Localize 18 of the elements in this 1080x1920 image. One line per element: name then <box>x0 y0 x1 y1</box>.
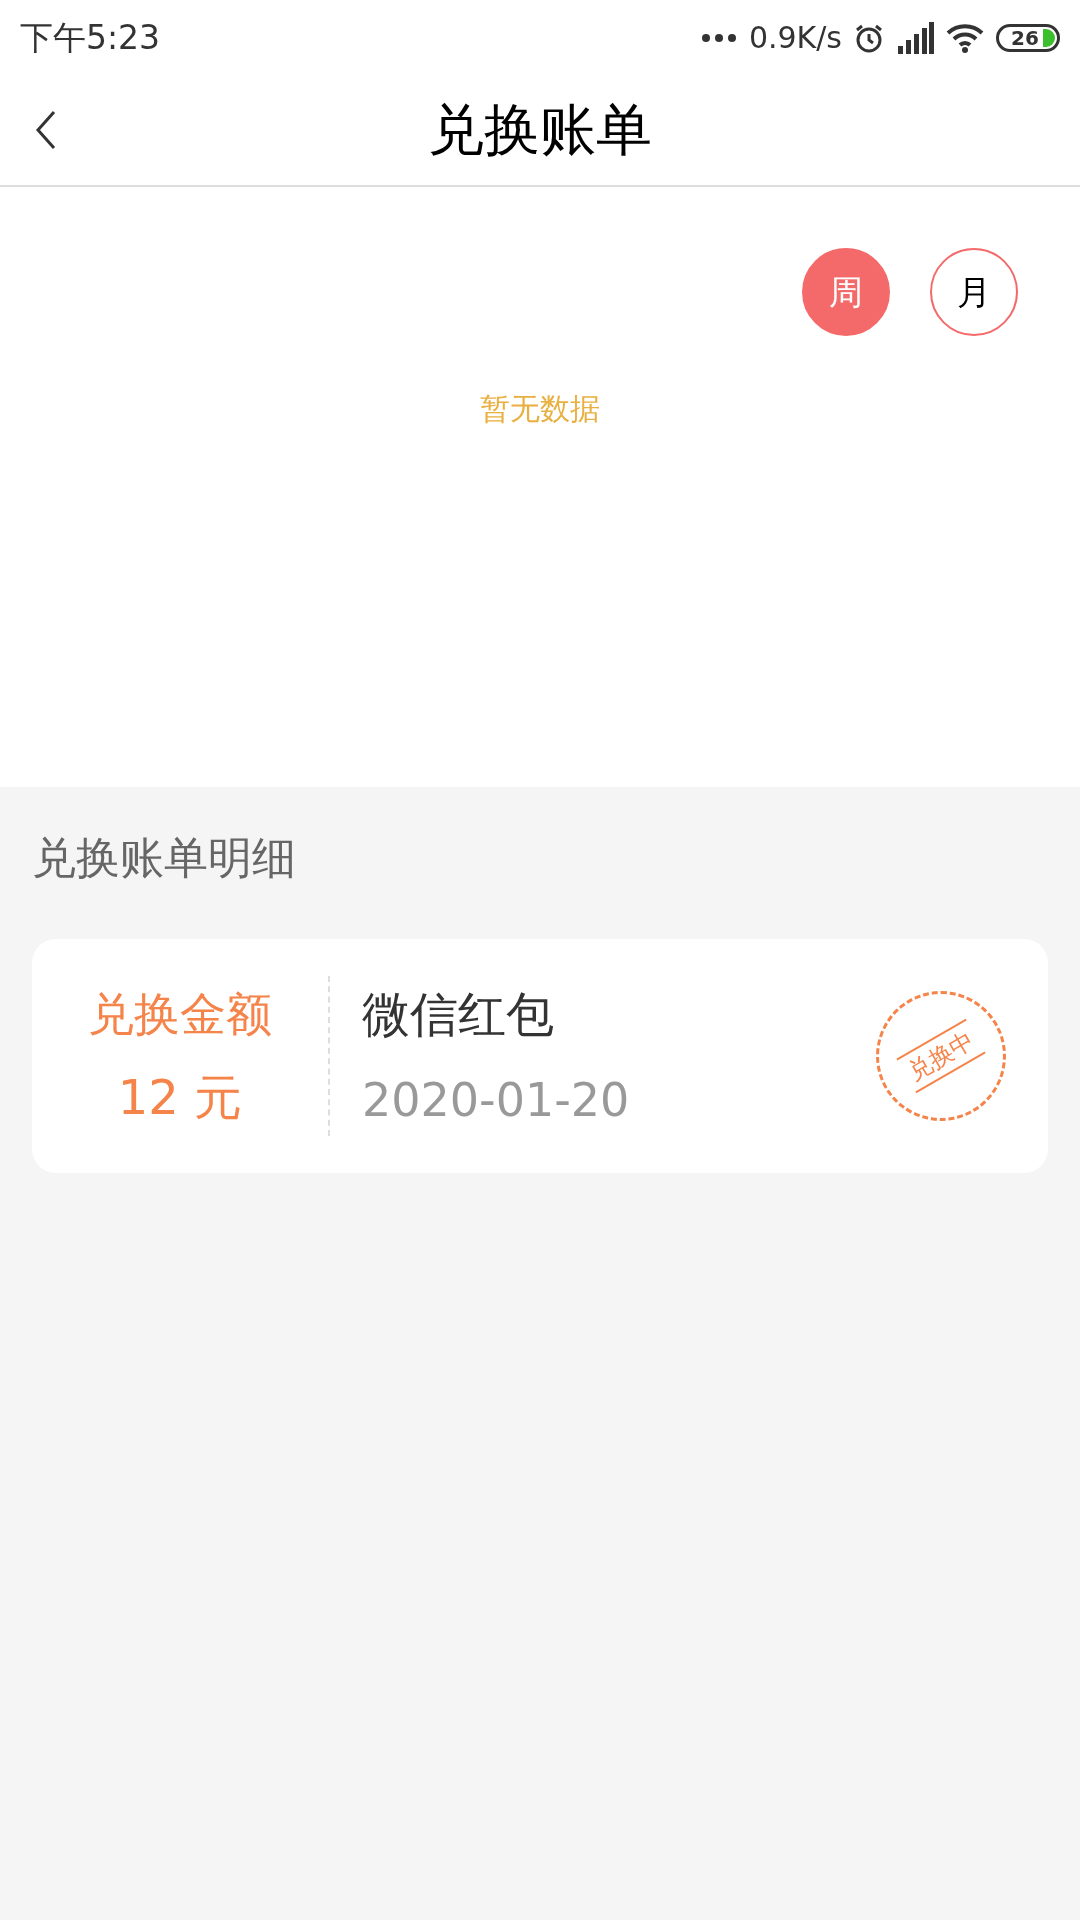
page-title: 兑换账单 <box>428 96 652 164</box>
record-title: 微信红包 <box>362 984 555 1044</box>
back-icon[interactable] <box>34 110 58 150</box>
empty-state-text: 暂无数据 <box>480 390 600 428</box>
status-time: 下午5:23 <box>20 16 161 59</box>
signal-icon <box>896 21 934 54</box>
record-card[interactable]: 兑换金额 12 元 微信红包 2020-01-20 兑换中 <box>32 939 1048 1173</box>
section-heading: 兑换账单明细 <box>32 831 297 885</box>
record-date: 2020-01-20 <box>362 1071 630 1129</box>
status-stamp: 兑换中 <box>876 991 1006 1121</box>
network-speed: 0.9K/s <box>748 19 842 57</box>
alarm-icon <box>854 22 884 53</box>
amount-label: 兑换金额 <box>88 985 272 1043</box>
wifi-icon <box>946 22 984 53</box>
period-tab[interactable]: 月 <box>930 248 1018 336</box>
battery-icon: 26 <box>996 23 1060 52</box>
more-icon <box>700 32 737 43</box>
amount-value: 12 元 <box>117 1067 243 1127</box>
